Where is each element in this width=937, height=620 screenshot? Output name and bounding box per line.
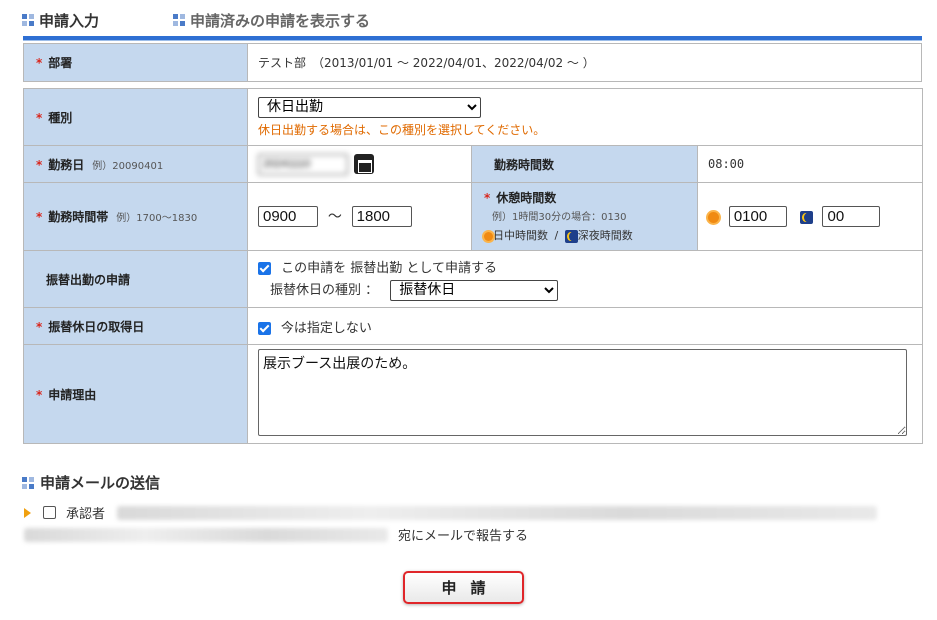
holiday-type-label: 振替休日の種別 ：	[270, 283, 379, 299]
substitute-request-value-cell: この申請を 振替出勤 として申請する 振替休日の種別 ： 振替休日	[246, 250, 924, 308]
approver-label: 承認者	[66, 507, 106, 522]
application-form-table: * 種別 休日出勤 休日出勤する場合は、この種別を選択してください。 * 勤務日 例）…	[23, 88, 924, 444]
required-mark: *	[36, 210, 43, 224]
day-legend: 日中時間数	[493, 229, 548, 242]
substitute-request-text: この申請を 振替出勤 として申請する	[281, 261, 498, 277]
type-label: 種別	[48, 110, 73, 125]
required-mark: *	[36, 157, 43, 172]
work-time-range-label: 勤務時間帯	[48, 210, 109, 224]
reason-label-cell: * 申請理由	[23, 344, 248, 444]
reason-label: 申請理由	[48, 387, 97, 402]
required-mark: *	[36, 319, 43, 334]
type-note: 休日出勤する場合は、この種別を選択してください。	[258, 122, 546, 137]
department-value-cell: テスト部 （2013/01/01 ～ 2022/04/01、2022/04/02…	[247, 43, 922, 82]
tab-input-label: 申請入力	[39, 11, 100, 30]
reason-textarea[interactable]: 展示ブース出展のため。	[258, 349, 907, 436]
department-value: テスト部 （2013/01/01 ～ 2022/04/01、2022/04/02…	[258, 56, 595, 70]
mail-heading-text: 申請メールの送信	[40, 474, 161, 492]
redacted-address	[24, 527, 388, 542]
required-mark: *	[36, 56, 43, 70]
substitute-request-label: 振替出勤の申請	[46, 272, 131, 287]
required-mark: *	[484, 191, 491, 205]
break-hours-value-cell	[696, 182, 924, 251]
substitute-request-label-cell: 振替出勤の申請	[23, 250, 248, 308]
work-hours-label: 勤務時間数	[494, 157, 555, 172]
expand-triangle-icon[interactable]	[24, 507, 31, 518]
work-hours-value-cell: 08:00	[696, 145, 924, 183]
legend-slash: /	[554, 229, 559, 242]
tab-input[interactable]: 申請入力	[22, 10, 99, 31]
work-date-input[interactable]	[258, 153, 348, 175]
approver-row: 承認者	[24, 503, 878, 522]
break-hours-example: 例）1時間30分の場合：0130	[492, 212, 627, 223]
work-hours-value: 08:00	[708, 157, 745, 171]
submit-button[interactable]: 申請	[403, 571, 524, 604]
work-date-label: 勤務日	[48, 157, 85, 172]
break-day-input[interactable]	[728, 206, 787, 227]
department-table: * 部署 テスト部 （2013/01/01 ～ 2022/04/01、2022/0…	[23, 43, 922, 82]
department-label: 部署	[48, 56, 73, 70]
substitute-request-checkbox[interactable]	[258, 262, 271, 276]
break-hours-label-cell: * 休憩時間数 例）1時間30分の場合：0130 日中時間数 / 深夜時間数	[471, 182, 698, 251]
grid-bullet-icon	[22, 14, 34, 26]
required-mark: *	[36, 387, 43, 402]
grid-bullet-icon	[22, 476, 34, 489]
calendar-icon[interactable]	[354, 153, 374, 174]
substitute-date-label: 振替休日の取得日	[48, 319, 145, 334]
work-date-example: 例）20090401	[92, 160, 164, 172]
work-time-range-value-cell: ～	[247, 182, 472, 251]
work-time-range-example: 例）1700～1830	[116, 213, 198, 224]
work-hours-label-cell: 勤務時間数	[471, 145, 698, 183]
time-separator: ～	[327, 209, 342, 225]
work-time-range-label-cell: * 勤務時間帯 例）1700～1830	[23, 182, 248, 251]
reason-value-cell: 展示ブース出展のため。	[246, 344, 924, 444]
type-value-cell: 休日出勤 休日出勤する場合は、この種別を選択してください。	[246, 88, 924, 146]
work-date-value-cell	[247, 145, 472, 183]
sun-icon	[708, 212, 719, 223]
break-night-input[interactable]	[822, 206, 881, 227]
required-mark: *	[36, 110, 43, 125]
type-label-cell: * 種別	[23, 88, 248, 146]
mail-section-heading: 申請メールの送信	[22, 472, 160, 493]
sun-icon	[484, 231, 493, 241]
report-row: 宛にメールで報告する	[24, 525, 528, 544]
break-hours-label: 休憩時間数	[496, 191, 557, 205]
approver-checkbox[interactable]	[43, 506, 56, 519]
tab-bar: 申請入力 申請済みの申請を表示する	[22, 9, 370, 31]
work-start-input[interactable]	[258, 206, 318, 227]
substitute-date-label-cell: * 振替休日の取得日	[23, 307, 248, 345]
work-end-input[interactable]	[351, 206, 412, 227]
type-select[interactable]: 休日出勤	[258, 96, 481, 118]
moon-icon	[564, 229, 578, 243]
holiday-type-select[interactable]: 振替休日	[390, 279, 559, 301]
grid-bullet-icon	[173, 14, 186, 26]
night-legend: 深夜時間数	[577, 229, 633, 242]
redacted-approver	[117, 505, 878, 520]
not-specified-text: 今は指定しない	[280, 320, 372, 336]
not-specified-checkbox[interactable]	[258, 321, 271, 335]
header-rule	[23, 36, 922, 41]
tab-show-submitted[interactable]: 申請済みの申請を表示する	[173, 10, 370, 31]
substitute-date-value-cell: 今は指定しない	[246, 307, 924, 345]
department-label-cell: * 部署	[23, 43, 248, 82]
work-date-label-cell: * 勤務日 例）20090401	[23, 145, 248, 183]
report-suffix: 宛にメールで報告する	[398, 529, 529, 544]
moon-icon	[799, 211, 813, 224]
tab-show-submitted-label: 申請済みの申請を表示する	[190, 11, 371, 30]
